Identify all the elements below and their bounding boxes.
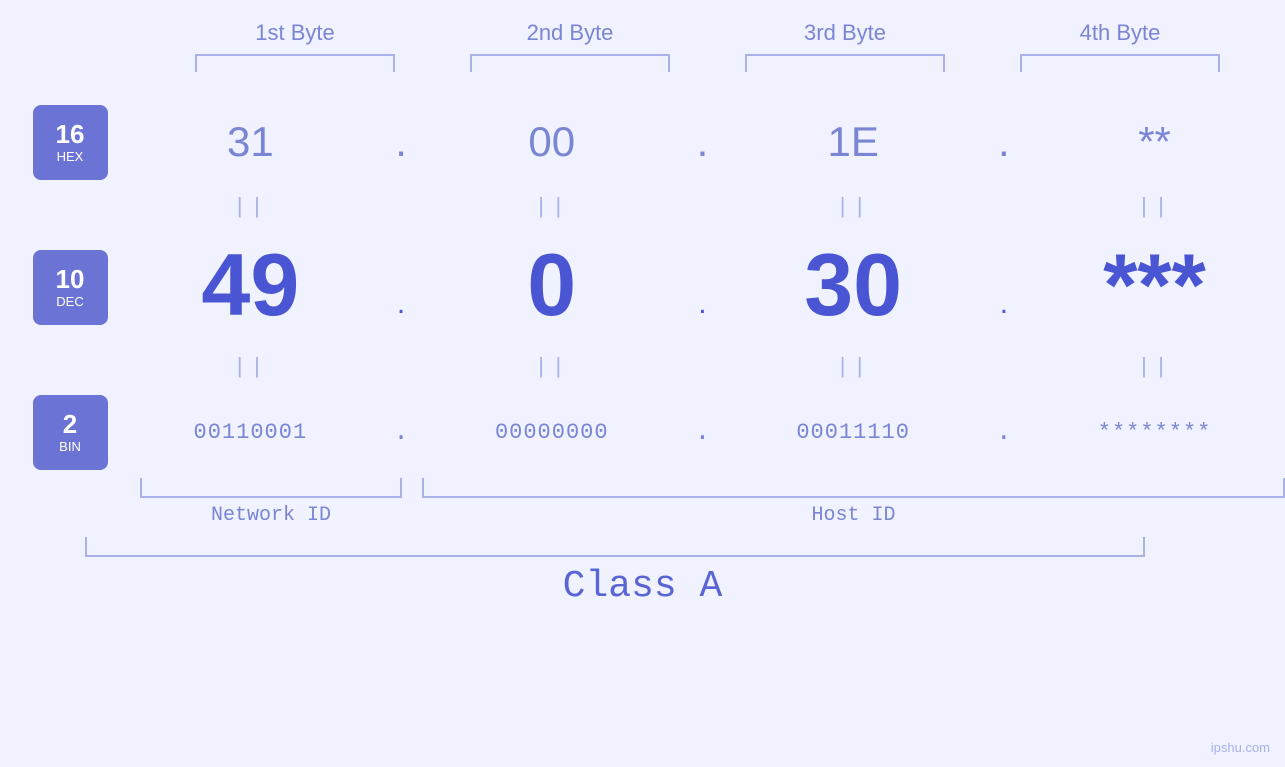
dec-dot2-symbol: . [698,287,706,320]
hex-badge-area: 16 HEX [0,105,140,180]
dec-dot-2: . [672,287,732,329]
bin-dot2-symbol: . [695,417,711,447]
bin-dot-2: . [672,417,732,447]
hex-values: 31 . 00 . 1E . ** [140,118,1285,166]
dec-b1-value: 49 [201,235,299,334]
sep1-b4: || [1055,195,1255,220]
hex-b1: 31 [150,118,350,166]
dec-dot1-symbol: . [397,287,405,320]
dec-b4: *** [1055,241,1255,329]
sep2-b2: || [452,355,652,380]
sep1-b2: || [452,195,652,220]
hex-b3: 1E [753,118,953,166]
dec-b3-value: 30 [804,235,902,334]
network-id-bracket [140,478,402,498]
hex-dot3-symbol: . [998,118,1010,165]
dec-badge-number: 10 [56,265,85,294]
class-label: Class A [0,565,1285,608]
sep2-b3: || [753,355,953,380]
top-brackets [158,54,1258,72]
sep1-b3: || [753,195,953,220]
byte1-header: 1st Byte [175,20,415,46]
dec-badge-area: 10 DEC [0,250,140,325]
bin-dot-1: . [371,417,431,447]
bin-b4-value: ******** [1098,420,1212,445]
dec-b4-value: *** [1103,235,1206,334]
byte3-header: 3rd Byte [725,20,965,46]
dec-dot3-symbol: . [1000,287,1008,320]
watermark: ipshu.com [1211,740,1270,755]
dec-dot-3: . [974,287,1034,329]
byte2-header: 2nd Byte [450,20,690,46]
hex-badge-label: HEX [57,149,84,164]
bin-badge-area: 2 BIN [0,395,140,470]
hex-dot2-symbol: . [697,118,709,165]
bin-dot3-symbol: . [996,417,1012,447]
sep1-values: || || || || [140,195,1285,220]
sep2-values: || || || || [140,355,1285,380]
hex-b3-value: 1E [827,118,878,165]
dec-row: 10 DEC 49 . 0 . 30 [0,232,1285,342]
bracket-gap [402,478,422,498]
full-bottom-bracket [85,537,1145,557]
host-id-bracket [422,478,1285,498]
dec-b1: 49 [150,241,350,329]
bin-b3-value: 00011110 [796,420,910,445]
dec-badge-label: DEC [56,294,83,309]
bin-b1: 00110001 [150,420,350,445]
sep2-b4: || [1055,355,1255,380]
bottom-brackets-row [140,478,1285,498]
bin-b3: 00011110 [753,420,953,445]
id-labels-row: Network ID Host ID [140,504,1285,527]
byte-headers-row: 1st Byte 2nd Byte 3rd Byte 4th Byte [158,20,1258,46]
dec-values: 49 . 0 . 30 . *** [140,241,1285,334]
hex-dot-3: . [974,118,1034,166]
hex-b2-value: 00 [528,118,575,165]
hex-row: 16 HEX 31 . 00 . 1E [0,102,1285,182]
bin-b2-value: 00000000 [495,420,609,445]
bracket-top-3 [745,54,945,72]
hex-badge-number: 16 [56,120,85,149]
hex-dot-1: . [371,118,431,166]
sep2-b1: || [150,355,350,380]
sep1-b1: || [150,195,350,220]
sep-row-2: || || || || [0,342,1285,392]
hex-badge: 16 HEX [33,105,108,180]
hex-b4-value: ** [1138,118,1171,165]
dec-badge: 10 DEC [33,250,108,325]
hex-dot-2: . [672,118,732,166]
bin-b2: 00000000 [452,420,652,445]
dec-b2: 0 [452,241,652,329]
hex-b2: 00 [452,118,652,166]
dec-dot-1: . [371,287,431,329]
bin-badge-label: BIN [59,439,81,454]
byte4-header: 4th Byte [1000,20,1240,46]
main-container: 1st Byte 2nd Byte 3rd Byte 4th Byte 16 H… [0,0,1285,767]
bin-values: 00110001 . 00000000 . 00011110 . [140,417,1285,447]
dec-b2-value: 0 [527,235,576,334]
host-id-label: Host ID [422,504,1285,527]
bin-badge-number: 2 [63,410,77,439]
bin-b1-value: 00110001 [194,420,308,445]
hex-b1-value: 31 [227,118,274,165]
network-id-label: Network ID [140,504,402,527]
bracket-top-2 [470,54,670,72]
hex-b4: ** [1055,118,1255,166]
all-rows: 16 HEX 31 . 00 . 1E [0,102,1285,472]
bracket-top-1 [195,54,395,72]
hex-dot1-symbol: . [395,118,407,165]
dec-b3: 30 [753,241,953,329]
bin-b4: ******** [1055,420,1255,445]
bracket-top-4 [1020,54,1220,72]
bin-badge: 2 BIN [33,395,108,470]
bin-dot-3: . [974,417,1034,447]
bin-dot1-symbol: . [393,417,409,447]
sep-row-1: || || || || [0,182,1285,232]
bin-row: 2 BIN 00110001 . 00000000 . 00011110 [0,392,1285,472]
